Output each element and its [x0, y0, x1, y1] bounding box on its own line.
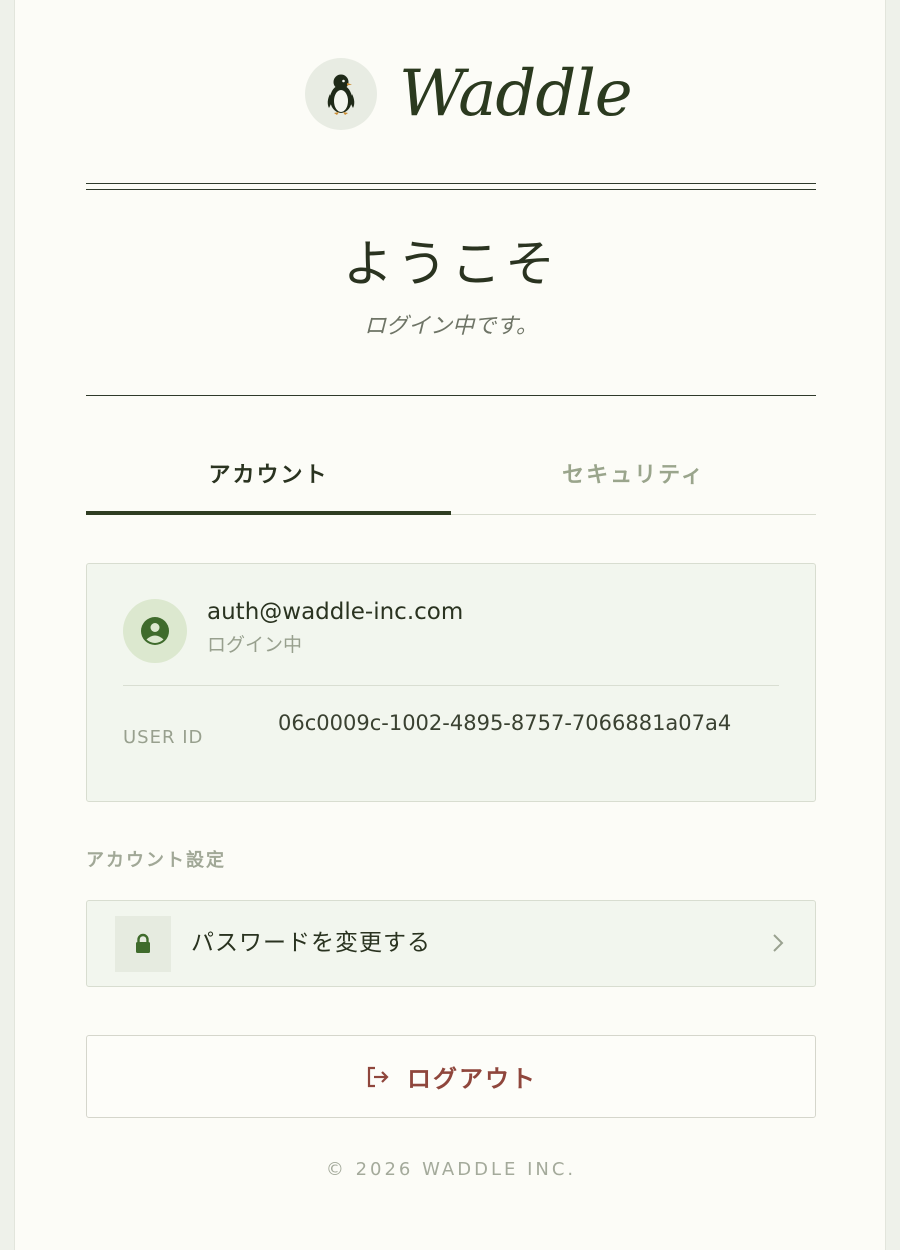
tab-bar: アカウント セキュリティ [86, 440, 816, 515]
login-status-page: Waddle ようこそ ログイン中です。 アカウント セキュリティ auth@w… [14, 0, 886, 1250]
welcome-subtitle: ログイン中です。 [364, 314, 538, 339]
account-settings-label: アカウント設定 [86, 850, 226, 871]
login-status-text: ログイン中 [207, 634, 303, 656]
change-password-button[interactable]: パスワードを変更する [86, 900, 816, 987]
lock-icon [115, 916, 171, 972]
logout-label: ログアウト [407, 1065, 537, 1093]
penguin-icon [305, 58, 377, 130]
brand-header: Waddle [305, 57, 633, 131]
brand-name: Waddle [399, 57, 633, 131]
logout-button[interactable]: ログアウト [86, 1035, 816, 1118]
account-email: auth@waddle-inc.com [207, 599, 464, 625]
user-circle-icon [123, 599, 187, 663]
user-id-value: 06c0009c-1002-4895-8757-7066881a07a4 [278, 711, 732, 735]
account-card: auth@waddle-inc.com ログイン中 USER ID 06c000… [86, 563, 816, 802]
change-password-label: パスワードを変更する [191, 930, 431, 956]
welcome-title: ようこそ [343, 235, 559, 293]
logout-icon [365, 1064, 391, 1090]
tab-security[interactable]: セキュリティ [451, 440, 816, 515]
footer-copyright: © 2026 WADDLE INC. [325, 1159, 577, 1180]
card-divider [123, 685, 779, 686]
header-divider [86, 183, 816, 190]
chevron-right-icon [771, 932, 785, 959]
section-divider [86, 395, 816, 396]
user-id-label: USER ID [123, 727, 204, 748]
tab-account[interactable]: アカウント [86, 440, 451, 515]
